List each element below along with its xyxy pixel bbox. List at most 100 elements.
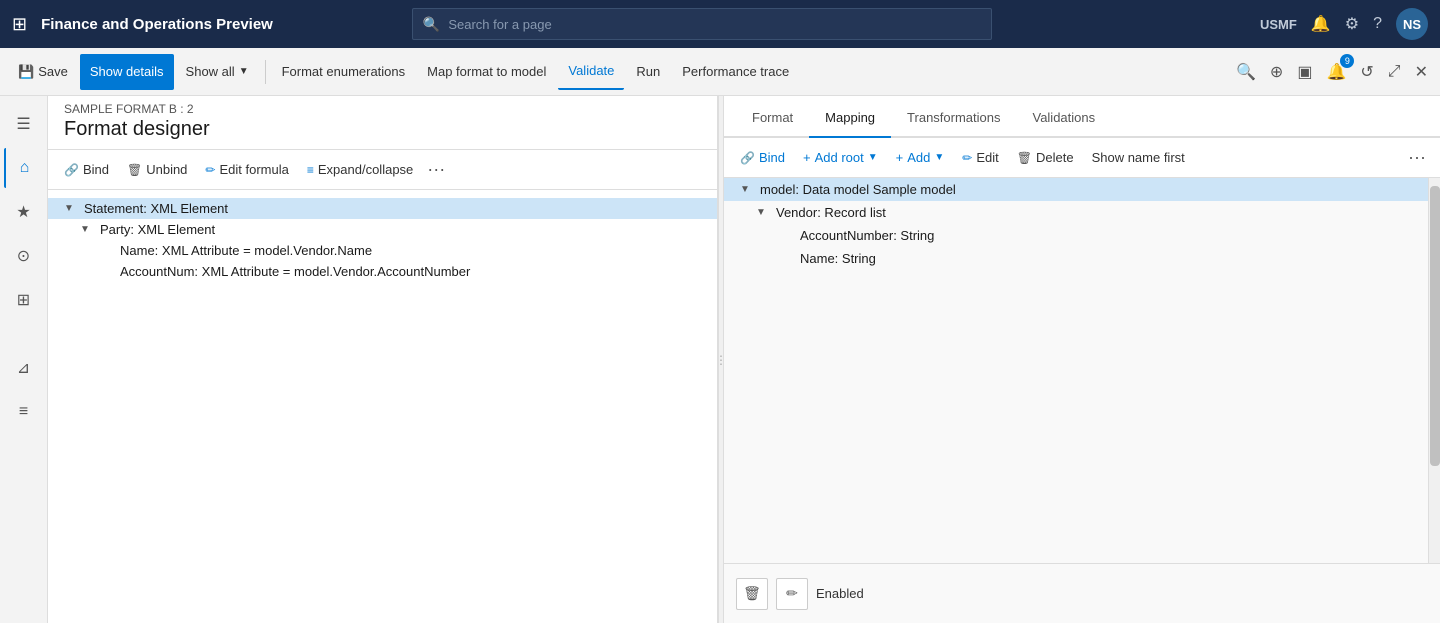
right-panel: Format Mapping Transformations Validatio… xyxy=(724,96,1440,623)
mapping-toolbar-more-icon[interactable]: ··· xyxy=(1402,147,1432,168)
help-icon[interactable]: ? xyxy=(1373,15,1382,33)
sidebar-item-modules[interactable]: ≡ xyxy=(4,392,44,432)
unbind-icon: 🗑 xyxy=(127,163,142,177)
search-icon: 🔍 xyxy=(423,16,440,33)
main-toolbar: 💾 Save Show details Show all ▼ Format en… xyxy=(0,48,1440,96)
mapping-item-model[interactable]: ▼ model: Data model Sample model xyxy=(724,178,1428,201)
edit-formula-button[interactable]: ✏ Edit formula xyxy=(197,158,296,181)
toolbar-badge-icon[interactable]: 🔔9 xyxy=(1322,58,1350,86)
show-all-chevron-icon: ▼ xyxy=(239,66,249,77)
mapping-content: ▼ model: Data model Sample model ▼ Vendo… xyxy=(724,178,1440,563)
sidebar-item-filter[interactable]: ⊿ xyxy=(4,348,44,388)
mapping-scrollbar[interactable] xyxy=(1428,178,1440,563)
tab-transformations[interactable]: Transformations xyxy=(891,98,1016,138)
expand-icon-party[interactable]: ▼ xyxy=(80,224,96,235)
mapping-edit-button[interactable]: ✏ Edit xyxy=(954,146,1006,169)
tab-mapping[interactable]: Mapping xyxy=(809,98,891,138)
top-navigation: ⊞ Finance and Operations Preview 🔍 USMF … xyxy=(0,0,1440,48)
show-details-button[interactable]: Show details xyxy=(80,54,174,90)
mapping-add-button[interactable]: + Add ▼ xyxy=(888,146,953,169)
left-panel: SAMPLE FORMAT B : 2 Format designer 🔗 Bi… xyxy=(48,96,718,623)
map-format-to-model-button[interactable]: Map format to model xyxy=(417,54,556,90)
save-button[interactable]: 💾 Save xyxy=(8,54,78,90)
mapping-item-accountnumber[interactable]: AccountNumber: String xyxy=(724,224,1428,247)
sub-toolbar-more-icon[interactable]: ··· xyxy=(423,159,449,180)
bind-icon: 🔗 xyxy=(64,163,79,177)
plus-icon-add: + xyxy=(896,150,904,165)
show-all-button[interactable]: Show all ▼ xyxy=(176,54,259,90)
expand-icon-vendor[interactable]: ▼ xyxy=(756,207,772,218)
mapping-item-vendor[interactable]: ▼ Vendor: Record list xyxy=(724,201,1428,224)
app-title: Finance and Operations Preview xyxy=(41,16,273,33)
expand-icon-model[interactable]: ▼ xyxy=(740,184,756,195)
mapping-item-name[interactable]: Name: String xyxy=(724,247,1428,270)
edit-formula-icon: ✏ xyxy=(205,163,215,177)
top-nav-right: USMF 🔔 ⚙ ? NS xyxy=(1260,8,1428,40)
tree-item-statement[interactable]: ▼ Statement: XML Element xyxy=(48,198,717,219)
settings-icon[interactable]: ⚙ xyxy=(1345,14,1359,34)
toolbar-separator-1 xyxy=(265,60,266,84)
format-enumerations-button[interactable]: Format enumerations xyxy=(272,54,416,90)
performance-trace-button[interactable]: Performance trace xyxy=(672,54,799,90)
format-tree: ▼ Statement: XML Element ▼ Party: XML El… xyxy=(48,190,717,623)
tree-item-name[interactable]: Name: XML Attribute = model.Vendor.Name xyxy=(48,240,717,261)
run-button[interactable]: Run xyxy=(626,54,670,90)
search-bar[interactable]: 🔍 xyxy=(412,8,992,40)
main-layout: ☰ ⌂ ★ ⊙ ⊞ ⊿ ≡ SAMPLE FORMAT B : 2 Format… xyxy=(0,96,1440,623)
pencil-icon: ✏ xyxy=(786,585,798,602)
expand-collapse-button[interactable]: ≡ Expand/collapse xyxy=(299,158,421,181)
expand-collapse-icon: ≡ xyxy=(307,163,314,177)
toolbar-connect-icon[interactable]: ⊕ xyxy=(1266,58,1287,86)
content-area: SAMPLE FORMAT B : 2 Format designer 🔗 Bi… xyxy=(48,96,1440,623)
sidebar-item-recent[interactable]: ⊙ xyxy=(4,236,44,276)
toolbar-refresh-icon[interactable]: ↺ xyxy=(1356,58,1377,86)
edit-icon: ✏ xyxy=(962,151,972,165)
mapping-add-root-button[interactable]: + Add root ▼ xyxy=(795,146,886,169)
save-icon: 💾 xyxy=(18,64,34,80)
notification-icon[interactable]: 🔔 xyxy=(1311,14,1331,34)
mapping-bottom-delete-button[interactable]: 🗑 xyxy=(736,578,768,610)
mapping-scroll-thumb[interactable] xyxy=(1430,186,1440,466)
expand-icon-statement[interactable]: ▼ xyxy=(64,203,80,214)
company-selector[interactable]: USMF xyxy=(1260,17,1297,32)
toolbar-open-icon[interactable]: ⤢ xyxy=(1384,59,1405,85)
page-title: Format designer xyxy=(64,118,701,141)
toolbar-right: 🔍 ⊕ ▣ 🔔9 ↺ ⤢ ✕ xyxy=(1232,58,1432,86)
enabled-label: Enabled xyxy=(816,586,864,601)
delete-icon: 🗑 xyxy=(1017,151,1032,165)
mapping-bottom-bar: 🗑 ✏ Enabled xyxy=(724,563,1440,623)
sidebar-item-hamburger[interactable]: ☰ xyxy=(4,104,44,144)
format-sub-toolbar: 🔗 Bind 🗑 Unbind ✏ Edit formula ≡ Expand/… xyxy=(48,150,717,190)
mapping-toolbar: 🔗 Bind + Add root ▼ + Add ▼ ✏ Edit xyxy=(724,138,1440,178)
sidebar: ☰ ⌂ ★ ⊙ ⊞ ⊿ ≡ xyxy=(0,96,48,623)
toolbar-search-icon[interactable]: 🔍 xyxy=(1232,58,1260,86)
show-name-first-button[interactable]: Show name first xyxy=(1084,146,1193,169)
toolbar-close-icon[interactable]: ✕ xyxy=(1411,58,1432,86)
tab-format[interactable]: Format xyxy=(736,98,809,138)
tree-item-accountnum[interactable]: AccountNum: XML Attribute = model.Vendor… xyxy=(48,261,717,282)
add-root-chevron-icon: ▼ xyxy=(868,152,878,163)
panel-header: SAMPLE FORMAT B : 2 Format designer xyxy=(48,96,717,150)
toolbar-layout-icon[interactable]: ▣ xyxy=(1293,58,1316,86)
validate-button[interactable]: Validate xyxy=(558,54,624,90)
trash-icon: 🗑 xyxy=(743,585,761,602)
unbind-button[interactable]: 🗑 Unbind xyxy=(119,158,195,181)
avatar[interactable]: NS xyxy=(1396,8,1428,40)
bind-button[interactable]: 🔗 Bind xyxy=(56,158,117,181)
breadcrumb: SAMPLE FORMAT B : 2 xyxy=(64,102,701,116)
sidebar-item-workspaces[interactable]: ⊞ xyxy=(4,280,44,320)
search-input[interactable] xyxy=(448,17,981,32)
mapping-delete-button[interactable]: 🗑 Delete xyxy=(1009,146,1082,169)
tab-validations[interactable]: Validations xyxy=(1016,98,1111,138)
plus-icon-root: + xyxy=(803,150,811,165)
sidebar-item-home[interactable]: ⌂ xyxy=(4,148,44,188)
mapping-bottom-edit-button[interactable]: ✏ xyxy=(776,578,808,610)
grid-icon[interactable]: ⊞ xyxy=(12,14,27,35)
add-chevron-icon: ▼ xyxy=(934,152,944,163)
tab-bar: Format Mapping Transformations Validatio… xyxy=(724,96,1440,138)
mapping-bind-button[interactable]: 🔗 Bind xyxy=(732,146,793,169)
mapping-bind-icon: 🔗 xyxy=(740,151,755,165)
tree-item-party[interactable]: ▼ Party: XML Element xyxy=(48,219,717,240)
sidebar-item-favorites[interactable]: ★ xyxy=(4,192,44,232)
mapping-tree: ▼ model: Data model Sample model ▼ Vendo… xyxy=(724,178,1428,563)
